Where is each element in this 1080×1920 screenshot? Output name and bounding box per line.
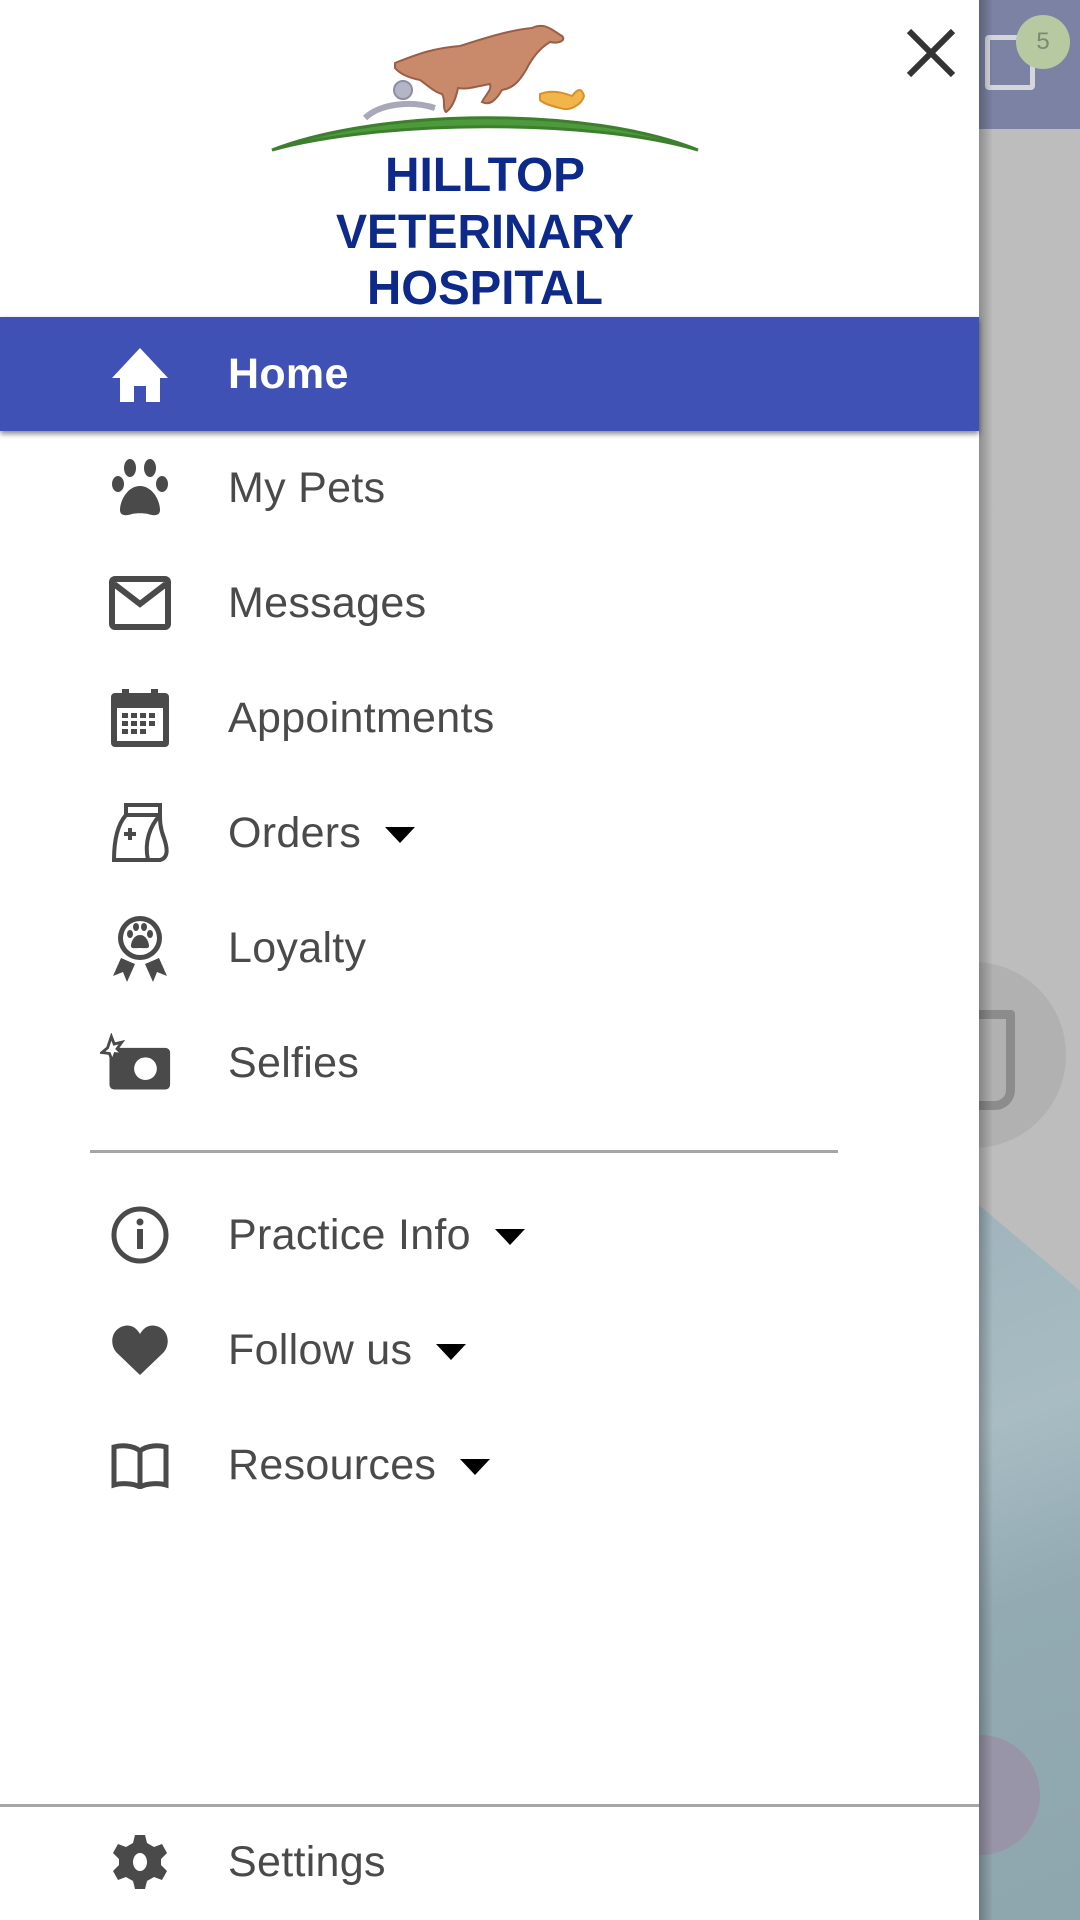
calendar-icon [104, 682, 176, 754]
menu-item-label: Orders [228, 808, 416, 858]
menu-item-messages[interactable]: Messages [0, 546, 979, 660]
paw-icon [104, 452, 176, 524]
caret-down-icon[interactable] [460, 1459, 491, 1475]
envelope-icon [104, 567, 176, 639]
menu-item-label: Selfies [228, 1038, 360, 1087]
close-icon [906, 28, 956, 78]
drawer-shadow [979, 0, 993, 1920]
gear-icon [104, 1826, 176, 1898]
menu-item-follow-us[interactable]: Follow us [0, 1293, 979, 1407]
home-icon [104, 338, 176, 410]
menu-item-text: Practice Info [228, 1210, 471, 1259]
menu-item-settings[interactable]: Settings [0, 1805, 979, 1919]
heart-icon [104, 1314, 176, 1386]
menu-item-label: Appointments [228, 693, 495, 742]
menu-item-selfies[interactable]: Selfies [0, 1006, 979, 1120]
menu-item-label: Home [228, 349, 349, 398]
horse-illustration [394, 24, 565, 114]
menu-item-resources[interactable]: Resources [0, 1408, 979, 1522]
menu-item-label: Practice Info [228, 1211, 525, 1260]
camera-star-icon [100, 1027, 172, 1099]
menu-item-label: My Pets [228, 463, 386, 512]
menu-item-practice-info[interactable]: Practice Info [0, 1178, 979, 1292]
hill-illustration [271, 116, 699, 152]
cat-illustration [539, 89, 586, 110]
menu-item-loyalty[interactable]: Loyalty [0, 891, 979, 1005]
settings-label: Settings [228, 1837, 386, 1886]
food-bag-icon [104, 797, 176, 869]
logo-line-1: HILLTOP [385, 149, 585, 202]
info-icon [104, 1199, 176, 1271]
menu-item-my-pets[interactable]: My Pets [0, 431, 979, 545]
menu-item-label: Follow us [228, 1325, 467, 1375]
menu-item-label: Resources [228, 1440, 491, 1490]
caret-down-icon[interactable] [436, 1344, 467, 1360]
menu-item-text: Orders [228, 808, 362, 857]
dog-illustration [362, 80, 436, 121]
logo-line-3: HOSPITAL [367, 262, 603, 308]
close-button[interactable] [898, 20, 964, 86]
menu-divider [90, 1150, 838, 1153]
navigation-drawer: HILLTOP VETERINARY HOSPITAL Home My Pets [0, 0, 979, 1920]
logo-line-2: VETERINARY [336, 206, 634, 259]
message-count-badge: 5 [1016, 15, 1070, 69]
menu-item-label: Loyalty [228, 923, 367, 972]
menu-item-text: Follow us [228, 1325, 413, 1374]
menu-item-orders[interactable]: Orders [0, 776, 979, 890]
menu-item-home[interactable]: Home [0, 317, 979, 431]
menu-item-label: Messages [228, 578, 427, 627]
caret-down-icon[interactable] [494, 1229, 525, 1245]
menu-item-appointments[interactable]: Appointments [0, 661, 979, 775]
hospital-logo: HILLTOP VETERINARY HOSPITAL [270, 8, 700, 308]
award-ribbon-icon [104, 912, 176, 984]
caret-down-icon[interactable] [385, 827, 416, 843]
book-icon [104, 1429, 176, 1501]
menu-item-text: Resources [228, 1440, 437, 1489]
